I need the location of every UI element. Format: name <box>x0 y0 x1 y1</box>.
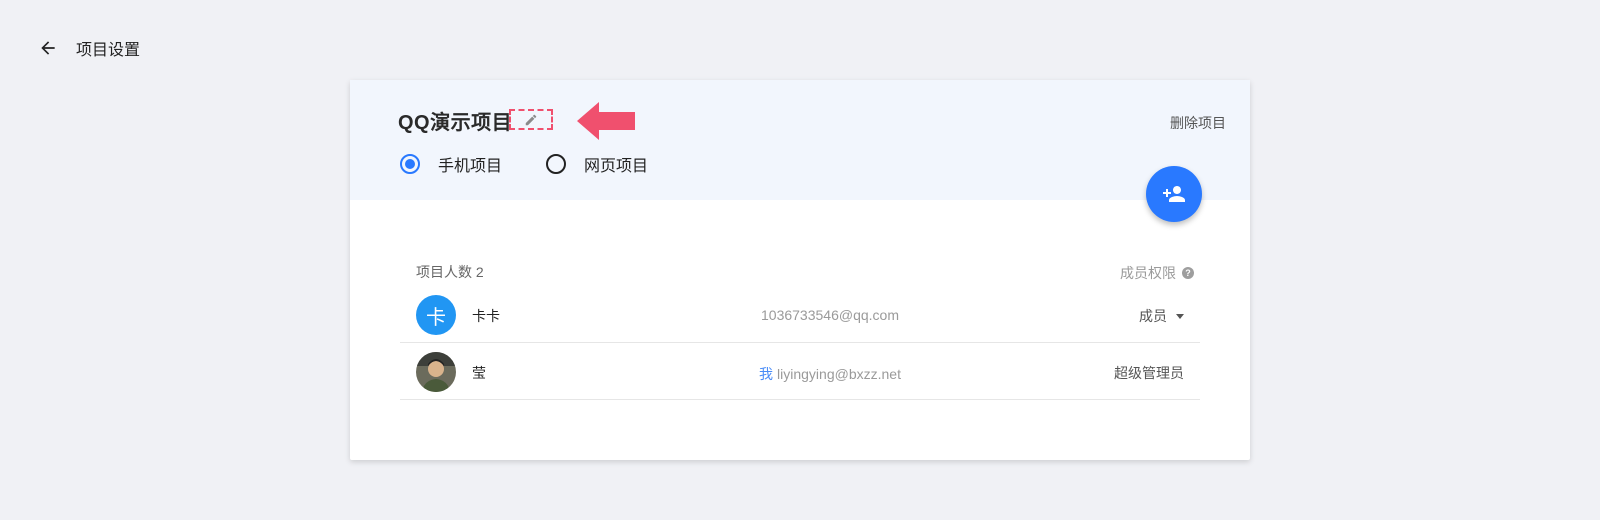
role-label: 成员 <box>1139 308 1167 324</box>
me-tag: 我 <box>759 366 774 382</box>
member-count: 项目人数 2 <box>416 264 484 280</box>
role-label: 超级管理员 <box>1114 365 1184 381</box>
member-permissions-link[interactable]: 成员权限 ? <box>1120 263 1194 283</box>
person-add-icon <box>1163 186 1185 202</box>
member-email: 我 liyingying@bxzz.net <box>730 364 930 384</box>
radio-unchecked-icon <box>546 154 566 174</box>
avatar: 卡 <box>416 295 456 335</box>
role-static: 超级管理员 <box>1114 363 1184 383</box>
permissions-label: 成员权限 <box>1120 265 1176 281</box>
radio-checked-icon <box>400 154 420 174</box>
project-header: QQ演示项目 删除项目 手机项目 网页项目 <box>350 80 1250 200</box>
top-bar: 项目设置 <box>36 34 140 62</box>
radio-web-project[interactable]: 网页项目 <box>546 152 648 176</box>
member-email-text: liyingying@bxzz.net <box>777 366 901 382</box>
member-row: 莹 我 liyingying@bxzz.net 超级管理员 <box>400 343 1200 400</box>
caret-down-icon <box>1176 313 1184 319</box>
project-name: QQ演示项目 <box>398 112 513 134</box>
radio-label: 网页项目 <box>584 158 649 175</box>
user-photo-icon <box>416 352 456 392</box>
page-title: 项目设置 <box>76 42 141 59</box>
annotation-arrow-icon <box>577 102 635 140</box>
member-name: 卡卡 <box>472 308 500 324</box>
add-member-button[interactable] <box>1146 166 1202 222</box>
edit-name-button[interactable] <box>509 109 553 130</box>
member-email-text: 1036733546@qq.com <box>761 307 899 323</box>
project-settings-card: QQ演示项目 删除项目 手机项目 网页项目 项目人数 2 成员权限 ? 卡 卡卡… <box>350 80 1250 460</box>
radio-mobile-project[interactable]: 手机项目 <box>400 152 502 176</box>
member-row: 卡 卡卡 1036733546@qq.com 成员 <box>400 286 1200 343</box>
radio-label: 手机项目 <box>438 158 503 175</box>
delete-project-button[interactable]: 删除项目 <box>1170 113 1226 133</box>
pencil-icon <box>525 114 537 125</box>
member-name: 莹 <box>472 365 486 381</box>
role-dropdown[interactable]: 成员 <box>1139 306 1184 326</box>
question-icon[interactable]: ? <box>1182 267 1194 279</box>
arrow-left-icon <box>41 41 55 55</box>
member-email: 1036733546@qq.com <box>730 307 930 323</box>
avatar <box>416 352 456 392</box>
back-button[interactable] <box>36 34 60 62</box>
